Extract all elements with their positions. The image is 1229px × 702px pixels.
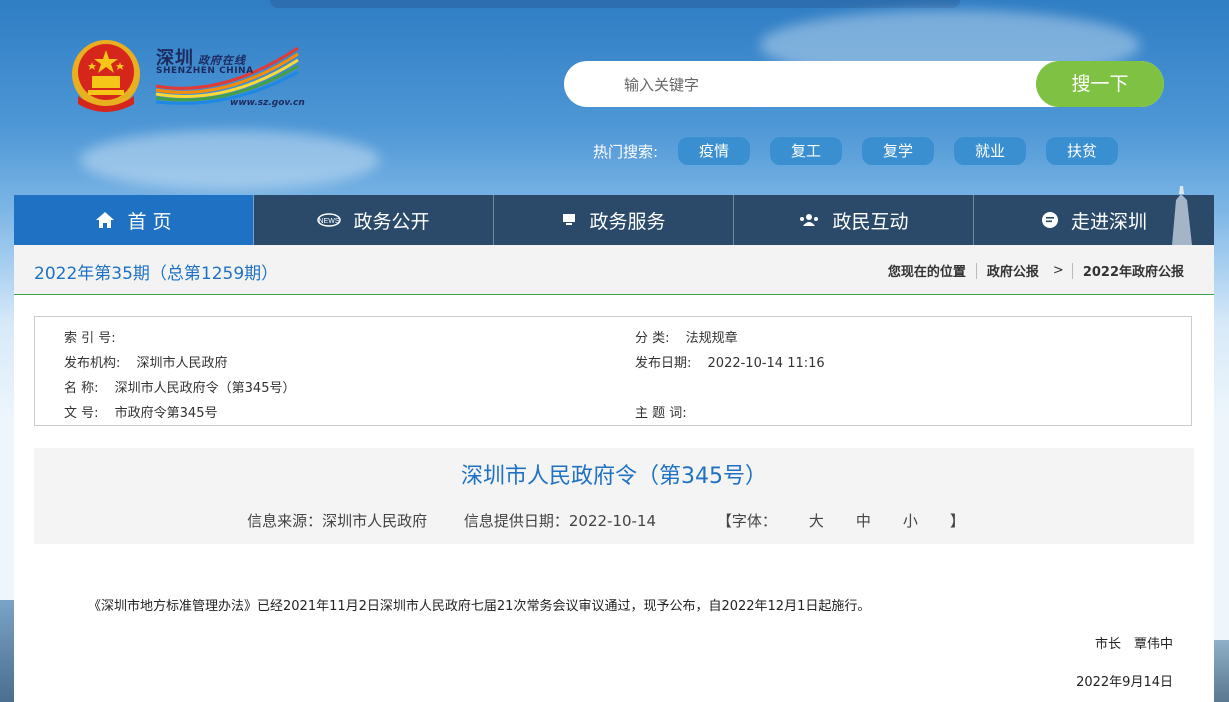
meta-label: 文 号: (64, 406, 99, 421)
main-nav: 首 页 NEWS 政务公开 政务服务 政民互动 走进深圳 (14, 195, 1214, 245)
meta-index: 索 引 号: (64, 327, 116, 346)
meta-value: 2022-10-14 11:16 (707, 356, 825, 371)
document-provided-date: 信息提供日期：2022-10-14 (463, 512, 657, 530)
search-button[interactable]: 搜一下 (1036, 61, 1164, 107)
meta-value: 深圳市人民政府令（第345号） (114, 381, 296, 396)
nav-label: 政务公开 (353, 210, 430, 233)
breadcrumb-divider (1071, 262, 1073, 279)
brand-name-en: SHENZHEN CHINA (156, 66, 254, 76)
breadcrumb: 您现在的位置 政府公报 > 2022年政府公报 (888, 261, 1184, 280)
breadcrumb-arrow: > (1052, 263, 1064, 278)
cloud-decor (80, 130, 380, 190)
nav-label: 政务服务 (589, 210, 666, 233)
breadcrumb-divider (975, 262, 977, 279)
meta-value: 市政府令第345号 (114, 406, 218, 421)
hot-search-label: 热门搜索: (593, 142, 659, 161)
meta-name: 名 称: 深圳市人民政府令（第345号） (64, 377, 295, 396)
meta-category: 分 类: 法规规章 (635, 327, 738, 346)
font-large-button[interactable]: 大 (809, 512, 824, 530)
document-sign-date: 2022年9月14日 (1076, 675, 1173, 690)
hot-search: 热门搜索: 疫情 复工 复学 就业 扶贫 (593, 137, 1138, 165)
meta-date: 发布日期: 2022-10-14 11:16 (635, 352, 825, 371)
hot-tag[interactable]: 复学 (862, 137, 935, 165)
nav-label: 首 页 (127, 210, 172, 233)
nav-item-home[interactable]: 首 页 (14, 195, 254, 245)
document-info: 信息来源：深圳市人民政府 信息提供日期：2022-10-14 【字体： 大 中 小 】 (34, 510, 1194, 531)
chat-icon (1041, 211, 1059, 229)
site-logo[interactable]: 深圳 政府在线 SHENZHEN CHINA www.sz.gov.cn (68, 36, 305, 116)
document-source: 信息来源：深圳市人民政府 (247, 512, 428, 530)
news-icon: NEWS (317, 213, 342, 227)
document-title: 深圳市人民政府令（第345号） (461, 464, 767, 489)
document-metadata: 索 引 号: 分 类: 法规规章 发布机构: 深圳市人民政府 发布日期: 202… (34, 316, 1192, 426)
document-header: 深圳市人民政府令（第345号） 信息来源：深圳市人民政府 信息提供日期：2022… (34, 448, 1194, 544)
people-icon (798, 213, 820, 227)
meta-keywords: 主 题 词: (635, 402, 687, 421)
home-icon (95, 211, 115, 229)
breadcrumb-link[interactable]: 政府公报 (987, 261, 1039, 280)
nav-item-open-government[interactable]: NEWS 政务公开 (254, 195, 494, 245)
meta-label: 分 类: (635, 331, 670, 346)
font-size-close: 】 (949, 512, 965, 530)
hot-tag[interactable]: 就业 (954, 137, 1027, 165)
meta-value: 法规规章 (685, 331, 738, 346)
issue-title: 2022年第35期（总第1259期） (34, 264, 279, 284)
meta-label: 索 引 号: (64, 331, 116, 346)
national-emblem-icon (72, 40, 140, 112)
monitor-icon (561, 213, 577, 227)
skyscraper-decor (1172, 186, 1192, 245)
issue-bar: 2022年第35期（总第1259期） 您现在的位置 政府公报 > 2022年政府… (14, 245, 1214, 295)
hot-tag[interactable]: 扶贫 (1046, 137, 1119, 165)
top-decor-bar (270, 0, 960, 8)
font-size-label: 【字体： (716, 512, 777, 530)
font-size-switcher: 【字体： 大 中 小 】 (701, 512, 981, 530)
nav-label: 政民互动 (832, 210, 909, 233)
document-body: 《深圳市地方标准管理办法》已经2021年11月2日深圳市人民政府七届21次常务会… (88, 599, 871, 614)
brand-url: www.sz.gov.cn (230, 98, 305, 108)
breadcrumb-link[interactable]: 2022年政府公报 (1083, 261, 1184, 280)
nav-label: 走进深圳 (1070, 210, 1147, 233)
meta-publisher: 发布机构: 深圳市人民政府 (64, 352, 228, 371)
meta-label: 名 称: (64, 381, 99, 396)
font-small-button[interactable]: 小 (903, 512, 918, 530)
meta-label: 发布机构: (64, 356, 121, 371)
nav-item-services[interactable]: 政务服务 (494, 195, 734, 245)
cityscape-decor (0, 600, 14, 702)
search-input[interactable] (622, 72, 1026, 98)
nav-item-interaction[interactable]: 政民互动 (734, 195, 974, 245)
hot-tag[interactable]: 复工 (770, 137, 843, 165)
breadcrumb-location-label: 您现在的位置 (887, 265, 966, 280)
font-medium-button[interactable]: 中 (856, 512, 871, 530)
meta-value: 深圳市人民政府 (136, 356, 228, 371)
content-panel: 2022年第35期（总第1259期） 您现在的位置 政府公报 > 2022年政府… (14, 245, 1214, 702)
document-signer: 市长 覃伟中 (1094, 637, 1173, 652)
meta-label: 主 题 词: (635, 406, 687, 421)
cityscape-decor (1214, 640, 1229, 702)
meta-label: 发布日期: (635, 356, 692, 371)
svg-text:NEWS: NEWS (319, 218, 340, 225)
hot-tag[interactable]: 疫情 (678, 137, 751, 165)
meta-number: 文 号: 市政府令第345号 (64, 402, 217, 421)
search-box: 搜一下 (564, 61, 1164, 107)
